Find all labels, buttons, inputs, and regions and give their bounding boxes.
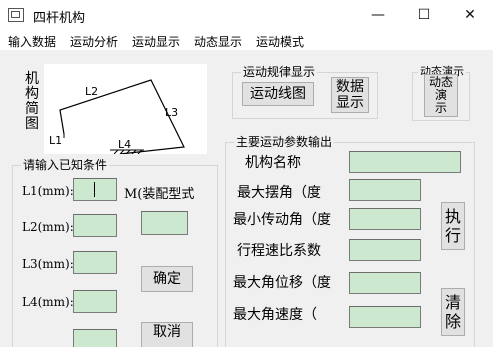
output-group-title: 主要运动参数输出 xyxy=(234,135,335,149)
l3-input[interactable] xyxy=(73,251,117,274)
animation-button-line: 动态 xyxy=(428,74,453,89)
app-icon xyxy=(8,8,24,22)
clear-button-line: 清 xyxy=(444,292,461,312)
l1-input[interactable] xyxy=(73,178,117,201)
link-label-l3: L3 xyxy=(165,106,178,119)
data-display-button-line: 显示 xyxy=(336,95,364,111)
link-label-l4: L4 xyxy=(118,138,131,151)
motion-line-chart-button[interactable]: 运动线图 xyxy=(242,82,314,106)
close-icon[interactable]: ✕ xyxy=(447,0,493,31)
menu-motion-mode[interactable]: 运动模式 xyxy=(256,33,304,50)
max-angular-displacement-output[interactable] xyxy=(349,272,421,294)
mechanism-diagram: L2 L3 L1 L4 xyxy=(44,64,207,155)
link-label-l2: L2 xyxy=(85,85,98,98)
clear-button-line: 除 xyxy=(444,312,461,331)
text-caret xyxy=(94,182,95,197)
caption-char: 简 xyxy=(25,101,39,117)
l1-label: L1(mm): xyxy=(22,184,74,198)
mechanism-name-output[interactable] xyxy=(349,151,461,173)
four-bar-linkage-diagram: L2 L3 L1 L4 xyxy=(49,79,185,155)
execute-button[interactable]: 执 行 xyxy=(441,202,465,250)
l4-input[interactable] xyxy=(73,290,117,313)
client-area: 机 构 简 图 L2 L3 L1 L4 运动规律显示 运动线图 数据 显示 动态… xyxy=(0,52,493,347)
l3-label: L3(mm): xyxy=(22,257,74,271)
execute-button-line: 行 xyxy=(444,226,461,245)
max-angular-displacement-label: 最大角位移（度 xyxy=(233,275,331,290)
known-conditions-title: 请输入已知条件 xyxy=(21,158,110,172)
minimize-icon[interactable]: — xyxy=(355,0,401,31)
menu-dynamic-display[interactable]: 动态显示 xyxy=(194,33,242,50)
app-window: 四杆机构 — ☐ ✕ 输入数据 运动分析 运动显示 动态显示 运动模式 机 构 … xyxy=(0,0,493,347)
max-angular-velocity-label: 最大角速度（ xyxy=(233,307,317,322)
menu-bar: 输入数据 运动分析 运动显示 动态显示 运动模式 xyxy=(0,31,493,51)
stroke-ratio-label: 行程速比系数 xyxy=(237,243,321,258)
caption-char: 构 xyxy=(25,86,39,102)
title-bar: 四杆机构 — ☐ ✕ xyxy=(0,0,493,31)
cancel-button[interactable]: 取消 xyxy=(141,322,193,347)
assembly-mode-label: M(装配型式 xyxy=(124,187,195,202)
diagram-caption: 机 构 简 图 xyxy=(24,72,40,132)
animation-demo-button[interactable]: 动态 演 示 xyxy=(424,74,458,117)
mechanism-name-label: 机构名称 xyxy=(245,155,301,170)
clear-button[interactable]: 清 除 xyxy=(441,288,465,336)
l2-input[interactable] xyxy=(73,214,117,237)
max-swing-angle-label: 最大摆角（度 xyxy=(237,185,321,200)
caption-char: 图 xyxy=(25,116,39,132)
min-transmission-angle-label: 最小传动角（度 xyxy=(233,212,331,227)
max-angular-velocity-output[interactable] xyxy=(349,306,421,328)
stroke-ratio-output[interactable] xyxy=(349,239,421,261)
caption-char: 机 xyxy=(25,71,39,87)
extra-input[interactable] xyxy=(73,329,117,347)
menu-input-data[interactable]: 输入数据 xyxy=(8,33,56,50)
animation-button-line: 示 xyxy=(434,101,447,116)
assembly-mode-input[interactable] xyxy=(141,211,188,235)
min-transmission-angle-output[interactable] xyxy=(349,208,421,230)
link-label-l1: L1 xyxy=(49,134,62,147)
maximize-icon[interactable]: ☐ xyxy=(401,0,447,31)
motion-law-group-title: 运动规律显示 xyxy=(241,65,318,79)
max-swing-angle-output[interactable] xyxy=(349,179,421,201)
execute-button-line: 执 xyxy=(444,206,461,226)
l2-label: L2(mm): xyxy=(22,220,74,234)
confirm-button[interactable]: 确定 xyxy=(141,266,193,292)
menu-motion-analysis[interactable]: 运动分析 xyxy=(70,33,118,50)
data-display-button-line: 数据 xyxy=(336,78,364,95)
l4-label: L4(mm): xyxy=(22,295,74,309)
window-title: 四杆机构 xyxy=(33,11,86,26)
data-display-button[interactable]: 数据 显示 xyxy=(331,77,369,113)
menu-motion-display[interactable]: 运动显示 xyxy=(132,33,180,50)
